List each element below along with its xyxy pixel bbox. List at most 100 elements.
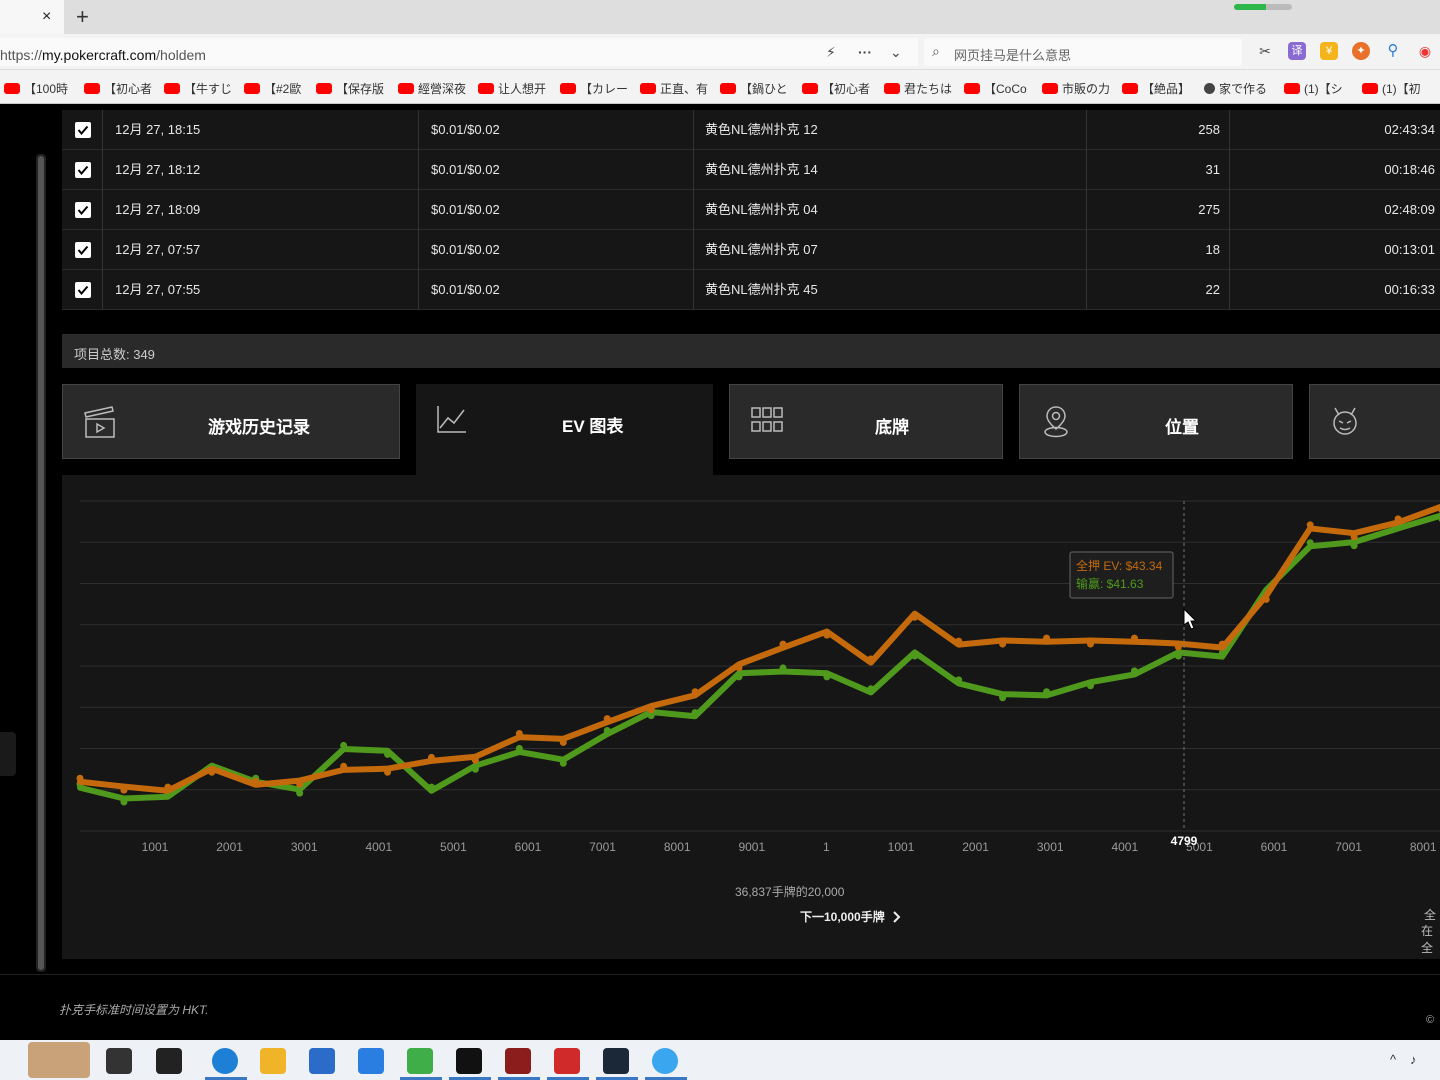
bookmark-item[interactable]: 【100時	[4, 80, 68, 97]
next-hands-button[interactable]: 下一10,000手牌	[800, 908, 902, 925]
clapperboard-icon	[84, 406, 115, 438]
column-divider	[1229, 110, 1230, 150]
gg-poker-icon[interactable]	[505, 1048, 531, 1074]
loading-progress-fill	[1234, 4, 1266, 10]
active-tab[interactable]: ×	[0, 0, 64, 34]
bookmark-label: 让人想开	[498, 82, 547, 96]
bookmark-label: 家で作る	[1219, 82, 1268, 96]
bookmark-item[interactable]: 让人想开	[478, 80, 546, 97]
table-row[interactable]: 12月 27, 18:12 $0.01/$0.02 黄色NL德州扑克 14 31 00:…	[62, 150, 1440, 190]
cell-table: 黄色NL德州扑克 14	[705, 162, 818, 177]
x-tick-label: 8001	[1410, 840, 1437, 854]
data-point	[120, 798, 128, 806]
browser-icon[interactable]	[407, 1048, 433, 1074]
bookmark-item[interactable]: 【カレー	[560, 80, 628, 97]
bookmark-item[interactable]: (1)【シ	[1284, 80, 1343, 97]
table-row[interactable]: 12月 27, 18:15 $0.01/$0.02 黄色NL德州扑克 12 258 02…	[62, 110, 1440, 150]
weibo-icon[interactable]: ◉	[1416, 42, 1434, 60]
cell-date: 12月 27, 18:09	[115, 202, 201, 217]
chevron-down-icon[interactable]: ⌄	[890, 44, 902, 61]
translate-icon[interactable]: 译	[1288, 42, 1306, 60]
store-icon[interactable]	[309, 1048, 335, 1074]
tab-hole-cards[interactable]: 底牌	[729, 384, 1003, 459]
url-field[interactable]: https://my.pokercraft.com/holdem	[0, 38, 918, 66]
bookmark-item[interactable]: 【初心者	[84, 80, 152, 97]
youtube-icon	[884, 83, 900, 94]
x-tick-label: 1001	[142, 840, 169, 854]
bookmark-item[interactable]: 【CoCo	[964, 80, 1027, 97]
column-divider	[418, 230, 419, 270]
bookmark-label: 【CoCo	[984, 82, 1027, 96]
bookmark-label: 【初心者	[822, 82, 871, 96]
data-point	[1174, 652, 1182, 660]
data-point	[252, 777, 260, 785]
new-tab-button[interactable]: +	[76, 4, 89, 30]
column-divider	[693, 190, 694, 230]
cell-stakes: $0.01/$0.02	[431, 282, 500, 297]
bookmark-item[interactable]: 家で作る	[1204, 80, 1267, 97]
qq-icon[interactable]	[456, 1048, 482, 1074]
data-point	[1394, 515, 1402, 523]
lightning-icon[interactable]: ⚡	[826, 44, 836, 61]
scrollbar-thumb[interactable]	[38, 156, 44, 970]
chevron-up-icon[interactable]: ^	[1390, 1052, 1396, 1067]
shield-icon[interactable]: ¥	[1320, 42, 1338, 60]
pinwheel-icon[interactable]	[156, 1048, 182, 1074]
more-icon[interactable]: ···	[858, 44, 872, 60]
tab-ev-chart[interactable]: EV 图表	[416, 384, 713, 475]
data-point	[120, 786, 128, 794]
bookmark-label: 【牛すじ	[184, 82, 233, 96]
side-panel-handle[interactable]	[0, 732, 16, 776]
edge-icon[interactable]	[212, 1048, 238, 1074]
copyright: ©	[1426, 1014, 1435, 1026]
steam-icon[interactable]	[603, 1048, 629, 1074]
browser-search-box[interactable]: ⌕ 网页挂马是什么意思	[924, 38, 1242, 66]
bookmark-item[interactable]: 【鍋ひと	[720, 80, 788, 97]
bookmark-item[interactable]: 【初心者	[802, 80, 870, 97]
table-row[interactable]: 12月 27, 07:57 $0.01/$0.02 黄色NL德州扑克 07 18 00:…	[62, 230, 1440, 270]
magnifier-icon[interactable]: ⚲	[1384, 42, 1402, 60]
x-tick-label: 8001	[664, 840, 691, 854]
bookmark-label: 君たちは	[904, 82, 953, 96]
data-point	[559, 738, 567, 746]
avatar-icon[interactable]	[28, 1042, 90, 1078]
row-checkbox[interactable]	[75, 202, 91, 218]
bookmark-item[interactable]: 君たちは	[884, 80, 952, 97]
bookmark-item[interactable]: 正直、有	[640, 80, 708, 97]
data-point	[1174, 643, 1182, 651]
hand-cursor-icon	[1183, 607, 1198, 630]
volume-icon[interactable]: ♪	[1410, 1052, 1417, 1067]
youtube-icon	[720, 83, 736, 94]
data-point	[384, 768, 392, 776]
tab-opponents[interactable]	[1309, 384, 1440, 459]
bookmark-item[interactable]: 經營深夜	[398, 80, 466, 97]
column-divider	[418, 150, 419, 190]
app-icon[interactable]	[652, 1048, 678, 1074]
task-view-icon[interactable]	[106, 1048, 132, 1074]
url-text[interactable]: https://my.pokercraft.com/holdem	[0, 47, 206, 63]
data-point	[647, 706, 655, 714]
table-row[interactable]: 12月 27, 18:09 $0.01/$0.02 黄色NL德州扑克 04 275 02…	[62, 190, 1440, 230]
cell-stakes: $0.01/$0.02	[431, 162, 500, 177]
table-row[interactable]: 12月 27, 07:55 $0.01/$0.02 黄色NL德州扑克 45 22 00:…	[62, 270, 1440, 310]
data-point	[1306, 521, 1314, 529]
fox-icon[interactable]: ✦	[1352, 42, 1370, 60]
bookmark-item[interactable]: 【保存版	[316, 80, 384, 97]
row-checkbox[interactable]	[75, 242, 91, 258]
file-explorer-icon[interactable]	[260, 1048, 286, 1074]
bookmark-item[interactable]: 【#2歐	[244, 80, 301, 97]
netease-music-icon[interactable]	[554, 1048, 580, 1074]
bookmark-item[interactable]: 【絶品】	[1122, 80, 1190, 97]
youtube-icon	[640, 83, 656, 94]
close-tab-icon[interactable]: ×	[42, 8, 51, 26]
tab-position[interactable]: 位置	[1019, 384, 1293, 459]
mail-icon[interactable]	[358, 1048, 384, 1074]
row-checkbox[interactable]	[75, 162, 91, 178]
bookmark-item[interactable]: (1)【初	[1362, 80, 1421, 97]
bookmark-item[interactable]: 市販の力	[1042, 80, 1110, 97]
row-checkbox[interactable]	[75, 122, 91, 138]
tab-game-history[interactable]: 游戏历史记录	[62, 384, 400, 459]
row-checkbox[interactable]	[75, 282, 91, 298]
scissors-icon[interactable]: ✂	[1256, 42, 1274, 60]
bookmark-item[interactable]: 【牛すじ	[164, 80, 232, 97]
